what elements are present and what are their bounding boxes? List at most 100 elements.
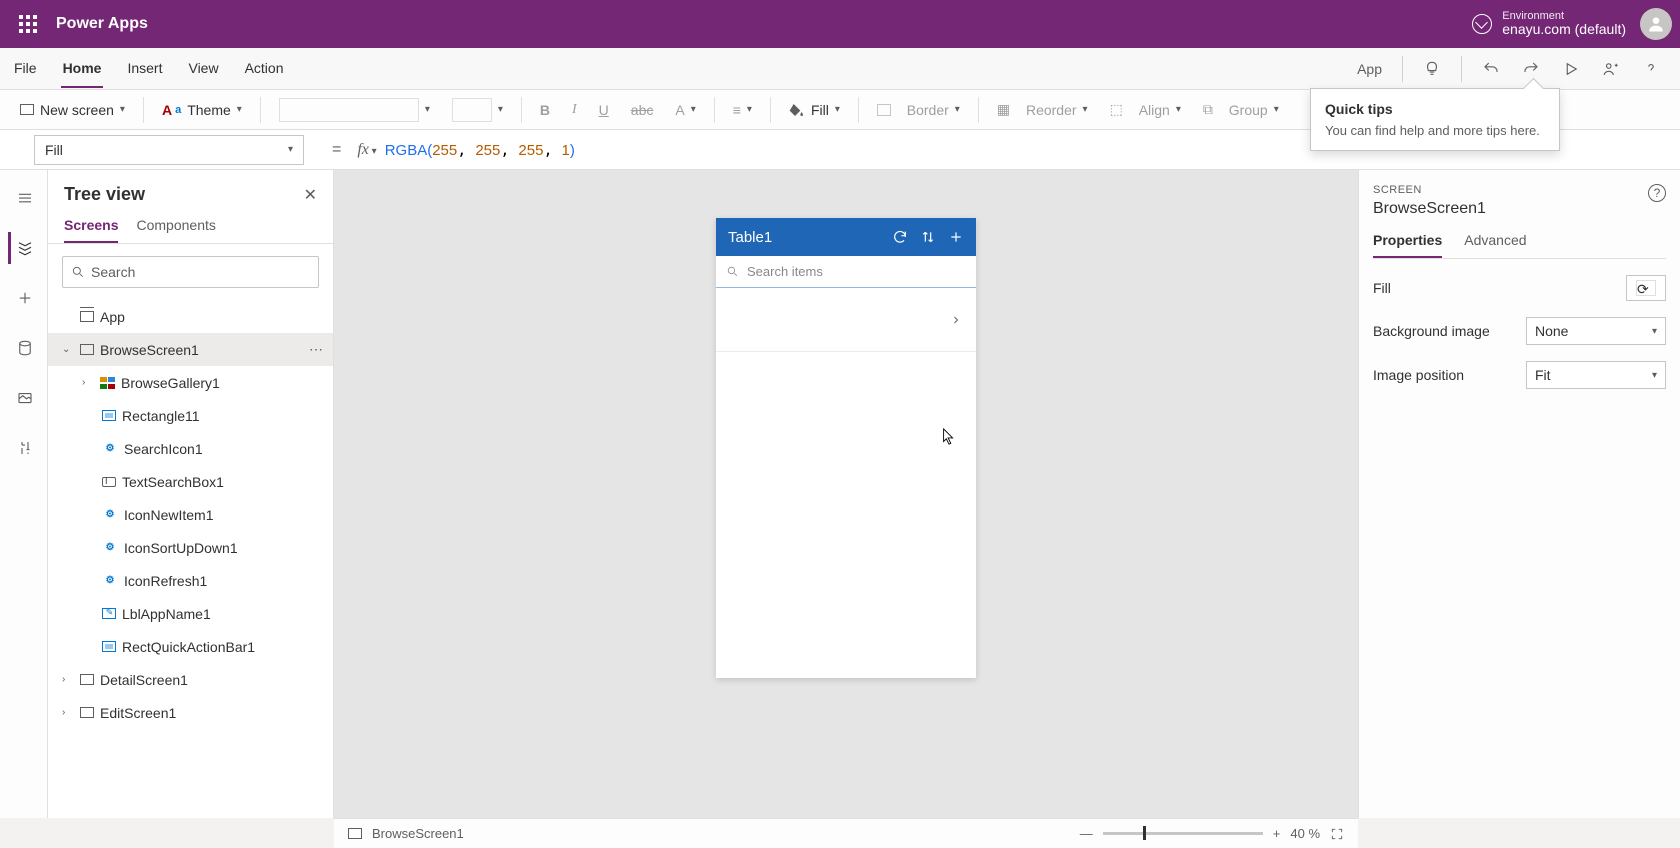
fill-button[interactable]: Fill▾	[781, 98, 848, 122]
search-icon	[726, 265, 739, 278]
preview-search[interactable]: Search items	[716, 256, 976, 288]
tooltip-body: You can find help and more tips here.	[1325, 123, 1545, 138]
tree-item-browsescreen[interactable]: ⌄BrowseScreen1⋯	[48, 333, 333, 366]
reorder-button[interactable]: ▦ Reorder▾	[989, 97, 1096, 122]
underline-button[interactable]: U	[591, 98, 617, 122]
status-screen-name: BrowseScreen1	[372, 826, 464, 841]
props-tab-properties[interactable]: Properties	[1373, 232, 1442, 258]
align-button[interactable]: ⬚ Align▾	[1102, 97, 1189, 122]
refresh-icon[interactable]	[892, 229, 908, 245]
zoom-slider[interactable]	[1103, 832, 1263, 835]
command-bar: File Home Insert View Action App	[0, 48, 1680, 90]
italic-button[interactable]: I	[564, 98, 585, 122]
more-icon[interactable]: ⋯	[309, 341, 325, 358]
tree-item-rect11[interactable]: Rectangle11	[48, 399, 333, 432]
tree-tab-components[interactable]: Components	[136, 217, 215, 243]
canvas[interactable]: Table1 Search items	[334, 170, 1358, 818]
fit-screen-icon[interactable]	[1330, 827, 1344, 841]
tooltip-title: Quick tips	[1325, 101, 1545, 117]
prop-pos-label: Image position	[1373, 367, 1464, 383]
tab-home[interactable]: Home	[61, 50, 104, 88]
share-icon[interactable]	[1594, 54, 1628, 84]
undo-icon[interactable]	[1474, 54, 1508, 84]
app-checker-icon[interactable]	[1415, 54, 1449, 84]
tree-item-editscreen[interactable]: ›EditScreen1	[48, 696, 333, 729]
close-icon[interactable]: ✕	[304, 185, 317, 205]
bold-button[interactable]: B	[532, 98, 558, 122]
zoom-in-button[interactable]: +	[1273, 826, 1281, 841]
rail-advanced-icon[interactable]	[8, 432, 40, 464]
search-icon	[71, 265, 85, 279]
fx-icon[interactable]: fx ▾	[357, 141, 376, 159]
prop-fill-label: Fill	[1373, 280, 1391, 296]
font-size-dropdown[interactable]: ▾	[444, 94, 511, 126]
user-avatar[interactable]	[1640, 8, 1672, 40]
rail-data-icon[interactable]	[8, 332, 40, 364]
environment-label: Environment	[1502, 10, 1626, 22]
chevron-right-icon	[950, 314, 962, 326]
border-button[interactable]: Border▾	[869, 98, 968, 122]
quick-tips-tooltip: Quick tips You can find help and more ti…	[1310, 88, 1560, 151]
zoom-out-button[interactable]: —	[1080, 826, 1093, 841]
preview-row[interactable]	[716, 288, 976, 352]
tree-list: App ⌄BrowseScreen1⋯ ›BrowseGallery1 Rect…	[48, 300, 333, 818]
app-title: Power Apps	[56, 15, 148, 33]
tree-tab-screens[interactable]: Screens	[64, 217, 118, 243]
environment-icon	[1472, 14, 1492, 34]
tree-item-sort[interactable]: ⚙IconSortUpDown1	[48, 531, 333, 564]
tab-file[interactable]: File	[12, 50, 39, 88]
tab-view[interactable]: View	[186, 50, 220, 88]
rail-hamburger-icon[interactable]	[8, 182, 40, 214]
tree-search-input[interactable]: Search	[62, 256, 319, 288]
strike-button[interactable]: abc	[623, 98, 662, 122]
tree-view-panel: Tree view ✕ Screens Components Search Ap…	[48, 170, 334, 818]
screen-icon	[20, 104, 34, 115]
preview-header: Table1	[716, 218, 976, 256]
new-screen-button[interactable]: New screen ▾	[12, 98, 133, 122]
equals-label: =	[332, 141, 341, 159]
theme-button[interactable]: Aa Theme ▾	[154, 98, 250, 122]
tree-item-gallery[interactable]: ›BrowseGallery1	[48, 366, 333, 399]
help-icon[interactable]	[1634, 54, 1668, 84]
environment-picker[interactable]: Environment enayu.com (default)	[1472, 10, 1626, 37]
tab-action[interactable]: Action	[243, 50, 286, 88]
left-rail	[0, 170, 48, 818]
tab-insert[interactable]: Insert	[125, 50, 164, 88]
props-tab-advanced[interactable]: Advanced	[1464, 232, 1526, 258]
tree-item-searchicon[interactable]: ⚙SearchIcon1	[48, 432, 333, 465]
tree-item-detailscreen[interactable]: ›DetailScreen1	[48, 663, 333, 696]
tree-item-appname[interactable]: LblAppName1	[48, 597, 333, 630]
bg-image-dropdown[interactable]: None▾	[1526, 317, 1666, 345]
tree-item-app[interactable]: App	[48, 300, 333, 333]
image-position-dropdown[interactable]: Fit▾	[1526, 361, 1666, 389]
global-header: Power Apps Environment enayu.com (defaul…	[0, 0, 1680, 48]
rail-insert-icon[interactable]	[8, 282, 40, 314]
app-settings-button[interactable]: App	[1349, 55, 1390, 83]
screen-icon	[348, 828, 362, 839]
rail-media-icon[interactable]	[8, 382, 40, 414]
property-selector[interactable]: Fill ▾	[34, 135, 304, 165]
info-icon[interactable]: ?	[1648, 184, 1666, 202]
font-dropdown[interactable]: ▾	[271, 94, 438, 126]
text-align-button[interactable]: ≡▾	[725, 98, 760, 122]
group-button[interactable]: ⧉ Group▾	[1195, 97, 1287, 122]
status-bar: BrowseScreen1 — + 40 %	[334, 818, 1358, 848]
tree-item-refresh[interactable]: ⚙IconRefresh1	[48, 564, 333, 597]
play-icon[interactable]	[1554, 54, 1588, 84]
app-launcher-icon[interactable]	[8, 4, 48, 44]
font-color-button[interactable]: A▾	[667, 98, 703, 122]
tree-title: Tree view	[64, 184, 145, 205]
rail-tree-icon[interactable]	[8, 232, 40, 264]
tree-item-newitem[interactable]: ⚙IconNewItem1	[48, 498, 333, 531]
formula-input[interactable]: RGBA(255, 255, 255, 1)	[385, 141, 575, 159]
tree-item-quickaction[interactable]: RectQuickActionBar1	[48, 630, 333, 663]
app-preview[interactable]: Table1 Search items	[716, 218, 976, 678]
add-icon[interactable]	[948, 229, 964, 245]
environment-name: enayu.com (default)	[1502, 22, 1626, 37]
tree-item-searchbox[interactable]: TextSearchBox1	[48, 465, 333, 498]
properties-panel: SCREEN BrowseScreen1 ? Properties Advanc…	[1358, 170, 1680, 818]
paint-bucket-icon	[789, 102, 805, 118]
preview-title: Table1	[728, 229, 772, 246]
sort-icon[interactable]	[920, 229, 936, 245]
fill-color-picker[interactable]: ⟳	[1626, 275, 1666, 301]
